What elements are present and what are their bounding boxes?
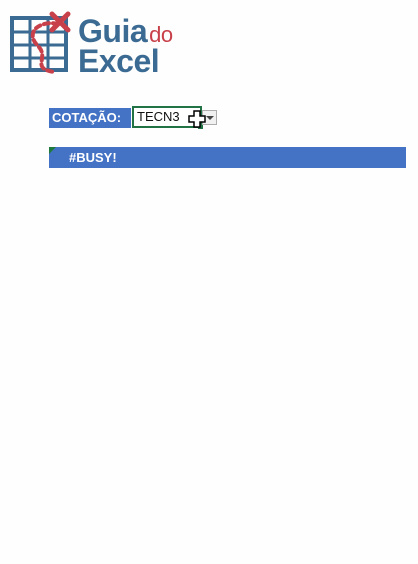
spreadsheet-route-icon [10,11,71,74]
error-indicator-icon [49,147,56,154]
cotacao-label-cell: COTAÇÃO: [49,108,131,128]
guia-do-excel-logo: Guiado Excel [10,10,186,79]
cell-cursor-icon [188,110,206,128]
result-value: #BUSY! [69,150,117,165]
logo-word-excel: Excel [78,43,160,79]
result-cell[interactable]: #BUSY! [49,147,406,168]
